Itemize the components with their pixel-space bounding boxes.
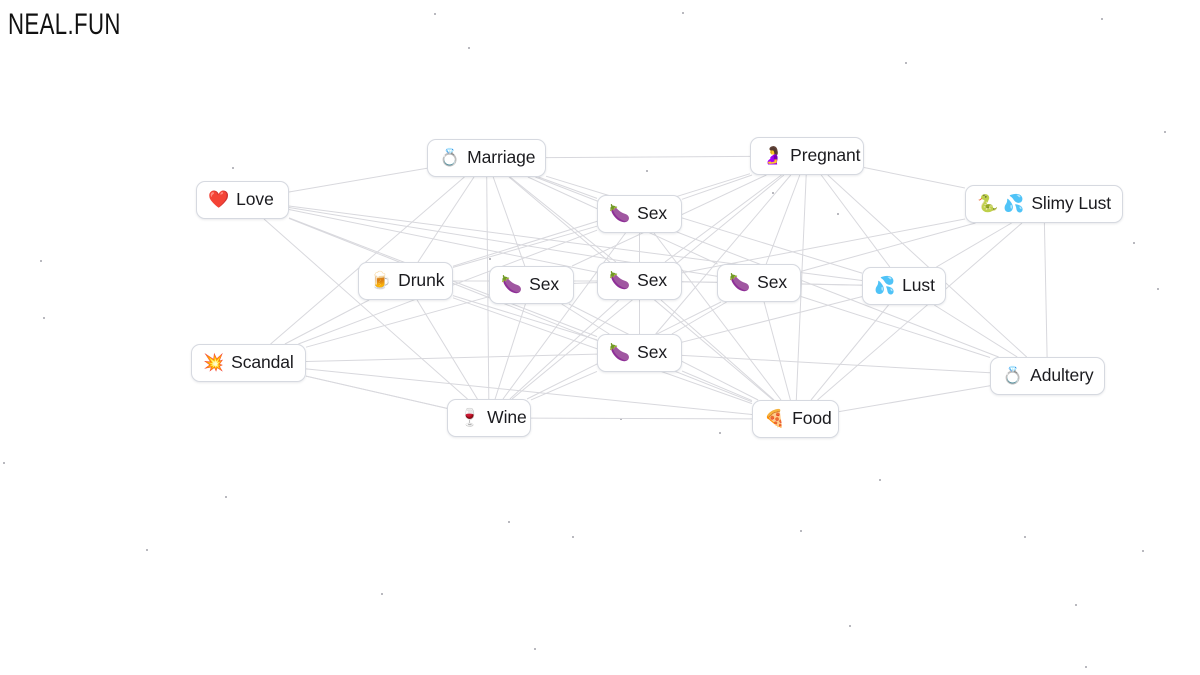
element-node-drunk[interactable]: 🍺 Drunk bbox=[358, 262, 453, 300]
element-node-label: Sex bbox=[637, 342, 668, 363]
element-node-label: Pregnant bbox=[790, 145, 861, 166]
element-node-label: Wine bbox=[487, 407, 527, 428]
element-node-slimylust[interactable]: 🐍 💦 Slimy Lust bbox=[965, 185, 1123, 223]
element-node-label: Scandal bbox=[231, 352, 294, 373]
element-node-food[interactable]: 🍕 Food bbox=[752, 400, 839, 438]
element-node-label: Lust bbox=[902, 275, 935, 296]
element-node-label: Slimy Lust bbox=[1031, 193, 1112, 214]
eggplant-icon: 🍆 bbox=[729, 272, 751, 293]
pizza-icon: 🍕 bbox=[764, 408, 786, 429]
element-node-sex-top[interactable]: 🍆 Sex bbox=[597, 195, 682, 233]
element-node-label: Sex bbox=[637, 203, 668, 224]
droplets-icon: 💦 bbox=[874, 275, 896, 296]
ring-icon: 💍 bbox=[1002, 365, 1024, 386]
element-node-label: Adultery bbox=[1030, 365, 1094, 386]
element-node-label: Food bbox=[792, 408, 832, 429]
element-node-sex-right[interactable]: 🍆 Sex bbox=[717, 264, 801, 302]
element-node-sex-mid[interactable]: 🍆 Sex bbox=[597, 262, 682, 300]
element-node-label: Drunk bbox=[398, 270, 445, 291]
pregnant-woman-icon: 🤰 bbox=[762, 145, 784, 166]
heart-icon: ❤️ bbox=[208, 189, 230, 210]
element-node-love[interactable]: ❤️ Love bbox=[196, 181, 289, 219]
element-node-sex-bot[interactable]: 🍆 Sex bbox=[597, 334, 682, 372]
element-node-marriage[interactable]: 💍 Marriage bbox=[427, 139, 546, 177]
ring-icon: 💍 bbox=[439, 147, 461, 168]
element-node-canvas[interactable]: 💍 Marriage 🤰 Pregnant ❤️ Love 🐍 💦 Slimy Lust 🍆 Sex… bbox=[0, 0, 1200, 675]
element-node-adultery[interactable]: 💍 Adultery bbox=[990, 357, 1105, 395]
element-node-label: Marriage bbox=[467, 147, 536, 168]
element-node-lust[interactable]: 💦 Lust bbox=[862, 267, 946, 305]
element-node-scandal[interactable]: 💥 Scandal bbox=[191, 344, 306, 382]
element-node-label: Love bbox=[236, 189, 274, 210]
collision-icon: 💥 bbox=[203, 352, 225, 373]
element-node-wine[interactable]: 🍷 Wine bbox=[447, 399, 531, 437]
eggplant-icon: 🍆 bbox=[609, 203, 631, 224]
element-node-label: Sex bbox=[757, 272, 788, 293]
element-node-sex-left[interactable]: 🍆 Sex bbox=[489, 266, 574, 304]
droplets-icon: 💦 bbox=[1003, 193, 1025, 214]
beer-mug-icon: 🍺 bbox=[370, 270, 392, 291]
element-node-label: Sex bbox=[529, 274, 560, 295]
eggplant-icon: 🍆 bbox=[609, 270, 631, 291]
element-node-pregnant[interactable]: 🤰 Pregnant bbox=[750, 137, 864, 175]
snake-icon: 🐍 bbox=[977, 193, 999, 214]
eggplant-icon: 🍆 bbox=[609, 342, 631, 363]
wine-glass-icon: 🍷 bbox=[459, 407, 481, 428]
eggplant-icon: 🍆 bbox=[501, 274, 523, 295]
element-node-label: Sex bbox=[637, 270, 668, 291]
